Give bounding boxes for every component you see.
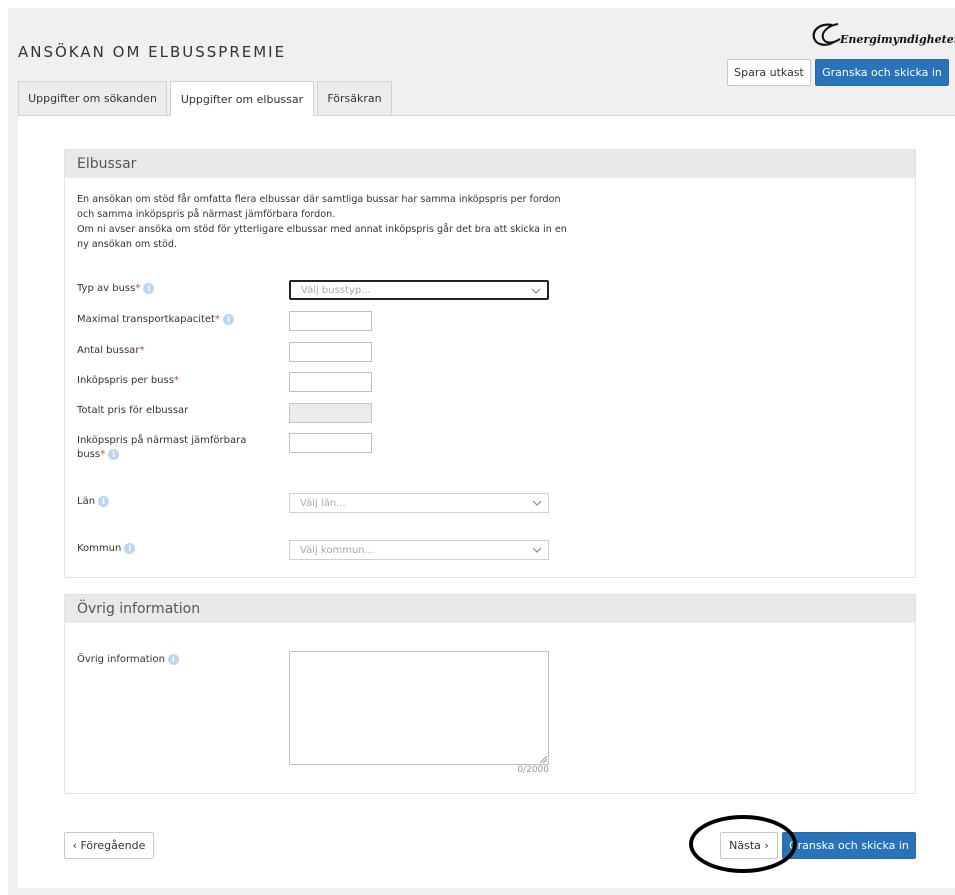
total-price-label: Totalt pris för elbussar — [77, 405, 189, 416]
total-price-input — [289, 403, 372, 423]
intro-line: ny ansökan om stöd. — [77, 239, 178, 250]
municipality-label: Kommun i — [77, 542, 136, 556]
logo-text: Energimyndigheten — [840, 33, 955, 46]
character-counter: 0/2000 — [517, 765, 549, 775]
bus-type-label: Typ av buss* i — [77, 282, 155, 296]
tab-content-panel: Elbussar En ansökan om stöd får omfatta … — [18, 115, 955, 888]
info-icon[interactable]: i — [222, 313, 234, 325]
county-select[interactable]: Välj län... — [289, 493, 549, 513]
num-buses-input[interactable] — [289, 342, 372, 362]
required-asterisk: * — [214, 314, 220, 325]
info-icon[interactable]: i — [143, 282, 155, 294]
bus-type-select[interactable]: Välj busstyp... — [289, 280, 549, 300]
resize-handle-icon[interactable] — [540, 756, 547, 763]
review-submit-button-top[interactable]: Granska och skicka in — [815, 59, 949, 86]
county-label: Län i — [77, 495, 110, 509]
max-capacity-input[interactable] — [289, 311, 372, 331]
save-draft-button[interactable]: Spara utkast — [727, 59, 811, 86]
intro-line: En ansökan om stöd får omfatta flera elb… — [77, 194, 561, 205]
comparable-price-label: Inköpspris på närmast jämförbara buss* i — [77, 435, 247, 460]
num-buses-label: Antal bussar* — [77, 345, 145, 356]
other-info-label: Övrig information i — [77, 653, 179, 667]
info-icon[interactable]: i — [108, 448, 120, 460]
other-info-heading: Övrig information — [65, 595, 915, 623]
price-per-bus-label: Inköpspris per buss* — [77, 375, 179, 386]
info-icon[interactable]: i — [167, 653, 179, 665]
other-info-section: Övrig information Övrig information i 0/2… — [64, 594, 916, 794]
tab-applicant[interactable]: Uppgifter om sökanden — [18, 81, 167, 115]
next-button[interactable]: Nästa › — [720, 832, 778, 859]
info-icon[interactable]: i — [124, 542, 136, 554]
price-per-bus-input[interactable] — [289, 372, 372, 392]
logo-mark-icon — [812, 23, 841, 46]
other-info-textarea[interactable] — [289, 651, 549, 765]
comparable-price-input[interactable] — [289, 433, 372, 453]
tab-electric-buses[interactable]: Uppgifter om elbussar — [170, 81, 314, 116]
elbussar-section: Elbussar En ansökan om stöd får omfatta … — [64, 149, 916, 578]
elbussar-heading: Elbussar — [65, 150, 915, 178]
required-asterisk: * — [135, 283, 141, 294]
intro-line: och samma inköpspris på närmast jämförba… — [77, 209, 336, 220]
energimyndigheten-logo: Energimyndigheten — [810, 22, 955, 48]
required-asterisk: * — [173, 375, 179, 386]
info-icon[interactable]: i — [98, 495, 110, 507]
elbussar-intro: En ansökan om stöd får omfatta flera elb… — [77, 192, 637, 252]
tab-declaration[interactable]: Försäkran — [317, 81, 392, 115]
review-submit-button-bottom[interactable]: Granska och skicka in — [782, 832, 916, 859]
municipality-select[interactable]: Välj kommun... — [289, 540, 549, 560]
chevron-down-icon — [532, 500, 542, 506]
previous-button[interactable]: ‹ Föregående — [64, 832, 154, 859]
chevron-down-icon — [532, 547, 542, 553]
required-asterisk: * — [100, 449, 106, 460]
max-capacity-label: Maximal transportkapacitet* i — [77, 313, 234, 327]
intro-line: Om ni avser ansöka om stöd för ytterliga… — [77, 224, 567, 235]
page-title: ANSÖKAN OM ELBUSSPREMIE — [18, 43, 287, 61]
required-asterisk: * — [139, 345, 145, 356]
chevron-down-icon — [531, 288, 541, 294]
